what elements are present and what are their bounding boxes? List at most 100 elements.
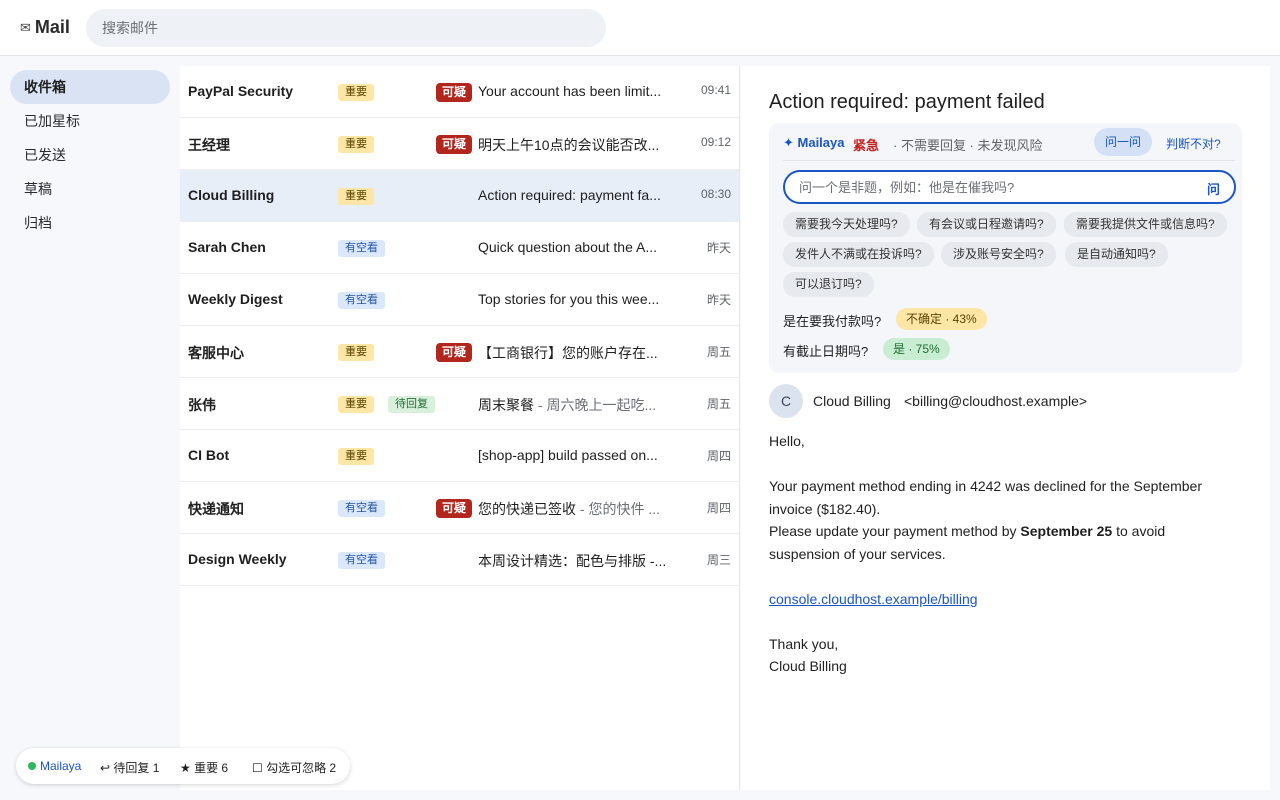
body-paragraph: Your payment method ending in 4242 was d… bbox=[769, 478, 1202, 517]
email-sender: Cloud Billing bbox=[188, 187, 275, 203]
ask-submit-button[interactable]: 问 bbox=[1207, 179, 1220, 198]
email-time: 09:41 bbox=[700, 83, 731, 97]
email-row[interactable]: 张伟 重要 待回复 周末聚餐 - 周六晚上一起吃... 周五 bbox=[180, 378, 739, 430]
important-badge: 重要 bbox=[338, 344, 374, 361]
email-sender: Design Weekly bbox=[188, 551, 287, 567]
ignorable-filter[interactable]: ☐ 勾选可忽略 2 bbox=[252, 759, 336, 776]
important-badge: 重要 bbox=[338, 84, 374, 101]
assistant-panel: ✦ Mailaya 紧急 · 不需要回复 · 未发现风险 问一问 判断不对? 问… bbox=[769, 123, 1242, 373]
important-filter[interactable]: ★ 重要 6 bbox=[180, 759, 228, 776]
read-later-badge: 有空看 bbox=[338, 500, 385, 517]
email-subject-text: 您的快递已签收 bbox=[478, 501, 576, 517]
qa-question: 有截止日期吗? bbox=[783, 344, 869, 359]
wrong-judgment-link[interactable]: 判断不对? bbox=[1166, 135, 1221, 152]
email-sender: 张伟 bbox=[188, 397, 216, 413]
suggestion-chip[interactable]: 是自动通知吗? bbox=[1065, 242, 1168, 267]
urgency-label: 紧急 bbox=[853, 138, 880, 153]
suspicious-badge: 可疑 bbox=[436, 343, 473, 362]
envelope-icon: ✉ bbox=[20, 19, 31, 35]
email-subject-text: 本周设计精选：配色与排版 -... bbox=[478, 553, 667, 569]
important-badge: 重要 bbox=[338, 136, 374, 153]
sender-info: C Cloud Billing <billing@cloudhost.examp… bbox=[769, 384, 1239, 418]
body-text: Please update your payment method by bbox=[769, 523, 1021, 539]
email-subject-text: 【工商银行】您的账户存在... bbox=[478, 345, 658, 361]
ask-button[interactable]: 问一问 bbox=[1094, 128, 1152, 156]
sidebar-item-drafts[interactable]: 草稿 bbox=[10, 172, 170, 206]
qa-question: 是在要我付款吗? bbox=[783, 314, 882, 329]
email-body: Hello, Your payment method ending in 424… bbox=[769, 430, 1229, 678]
sidebar-item-starred[interactable]: 已加星标 bbox=[10, 104, 170, 138]
email-sender: CI Bot bbox=[188, 447, 230, 463]
suggestion-chip[interactable]: 可以退订吗? bbox=[783, 272, 874, 297]
important-badge: 重要 bbox=[338, 188, 374, 205]
search-bar[interactable] bbox=[86, 9, 606, 47]
email-time: 周四 bbox=[706, 449, 731, 463]
email-time: 周三 bbox=[706, 553, 731, 567]
assistant-status-label: Mailaya bbox=[40, 759, 82, 773]
email-row[interactable]: 客服中心 重要 可疑 【工商银行】您的账户存在... 周五 bbox=[180, 326, 739, 378]
await-reply-filter[interactable]: ↩ 待回复 1 bbox=[100, 759, 159, 776]
suggestion-chip[interactable]: 需要我今天处理吗? bbox=[783, 212, 910, 237]
search-input[interactable] bbox=[102, 20, 590, 36]
sender-email: <billing@cloudhost.example> bbox=[904, 393, 1088, 409]
top-bar: ✉ Mail bbox=[0, 0, 1280, 56]
email-row-selected[interactable]: Cloud Billing 重要 Action required: paymen… bbox=[180, 170, 739, 222]
suspicious-badge: 可疑 bbox=[436, 83, 473, 102]
email-list: PayPal Security 重要 可疑 Your account has b… bbox=[180, 66, 740, 790]
email-row[interactable]: 王经理 重要 可疑 明天上午10点的会议能否改... 09:12 bbox=[180, 118, 739, 170]
body-paragraph: Please update your payment method by Sep… bbox=[769, 520, 1229, 565]
read-later-badge: 有空看 bbox=[338, 292, 385, 309]
email-snippet: - 您的快件 ... bbox=[576, 501, 660, 517]
assistant-status-bar: Mailaya ↩ 待回复 1 ★ 重要 6 ☐ 勾选可忽略 2 bbox=[16, 748, 350, 784]
email-subject-text: 明天上午10点的会议能否改... bbox=[478, 137, 660, 153]
email-row[interactable]: Weekly Digest 有空看 Top stories for you th… bbox=[180, 274, 739, 326]
sidebar-item-inbox[interactable]: 收件箱 bbox=[10, 70, 170, 104]
email-subject: 您的快递已签收 - 您的快件 ... bbox=[478, 499, 670, 519]
email-row[interactable]: 快递通知 有空看 可疑 您的快递已签收 - 您的快件 ... 周四 bbox=[180, 482, 739, 534]
email-sender: Sarah Chen bbox=[188, 239, 266, 255]
app-logo[interactable]: ✉ Mail bbox=[20, 17, 70, 38]
email-snippet: - 周六晚上一起吃... bbox=[534, 397, 657, 413]
email-subject-text: Action required: payment fa... bbox=[478, 187, 661, 203]
email-subject-text: Quick question about the A... bbox=[478, 239, 658, 255]
important-badge: 重要 bbox=[338, 396, 374, 413]
suspicious-badge: 可疑 bbox=[436, 499, 473, 518]
suggestion-chip[interactable]: 有会议或日程邀请吗? bbox=[917, 212, 1056, 237]
assistant-header: ✦ Mailaya 紧急 · 不需要回复 · 未发现风险 问一问 判断不对? bbox=[783, 128, 1235, 161]
email-row[interactable]: Design Weekly 有空看 本周设计精选：配色与排版 -... 周三 bbox=[180, 534, 739, 586]
email-subject: Action required: payment fa... bbox=[478, 187, 670, 203]
email-sender: 客服中心 bbox=[188, 345, 244, 361]
question-field[interactable]: 问 bbox=[783, 170, 1236, 204]
assistant-status[interactable]: Mailaya bbox=[28, 759, 81, 773]
email-subject: Top stories for you this wee... bbox=[478, 291, 670, 307]
online-dot-icon bbox=[28, 762, 36, 770]
qa-answer-pill: 是 · 75% bbox=[883, 338, 950, 360]
email-time: 昨天 bbox=[706, 241, 731, 255]
email-row[interactable]: Sarah Chen 有空看 Quick question about the … bbox=[180, 222, 739, 274]
email-subject: [shop-app] build passed on... bbox=[478, 447, 670, 463]
email-time: 周五 bbox=[706, 397, 731, 411]
sidebar-item-archive[interactable]: 归档 bbox=[10, 206, 170, 240]
email-subject-text: [shop-app] build passed on... bbox=[478, 447, 658, 463]
suggestion-chip[interactable]: 需要我提供文件或信息吗? bbox=[1064, 212, 1227, 237]
email-title: Action required: payment failed bbox=[769, 91, 1045, 113]
read-later-badge: 有空看 bbox=[338, 552, 385, 569]
email-row[interactable]: CI Bot 重要 [shop-app] build passed on... … bbox=[180, 430, 739, 482]
sender-name: Cloud Billing bbox=[813, 393, 891, 409]
billing-link[interactable]: console.cloudhost.example/billing bbox=[769, 591, 978, 607]
sidebar: 收件箱 已加星标 已发送 草稿 归档 bbox=[10, 70, 170, 240]
email-subject: 本周设计精选：配色与排版 -... bbox=[478, 551, 670, 571]
suspicious-badge: 可疑 bbox=[436, 135, 473, 154]
important-badge: 重要 bbox=[338, 448, 374, 465]
question-input[interactable] bbox=[799, 179, 1199, 195]
email-subject: Your account has been limit... bbox=[478, 83, 670, 99]
email-time: 周四 bbox=[706, 501, 731, 515]
suggestion-chip[interactable]: 涉及账号安全吗? bbox=[941, 242, 1056, 267]
email-time: 昨天 bbox=[706, 293, 731, 307]
body-greeting: Hello, bbox=[769, 433, 805, 449]
reading-pane: Action required: payment failed ✦ Mailay… bbox=[741, 66, 1270, 790]
email-row[interactable]: PayPal Security 重要 可疑 Your account has b… bbox=[180, 66, 739, 118]
sidebar-item-sent[interactable]: 已发送 bbox=[10, 138, 170, 172]
deadline-text: September 25 bbox=[1020, 523, 1113, 539]
suggestion-chip[interactable]: 发件人不满或在投诉吗? bbox=[783, 242, 934, 267]
